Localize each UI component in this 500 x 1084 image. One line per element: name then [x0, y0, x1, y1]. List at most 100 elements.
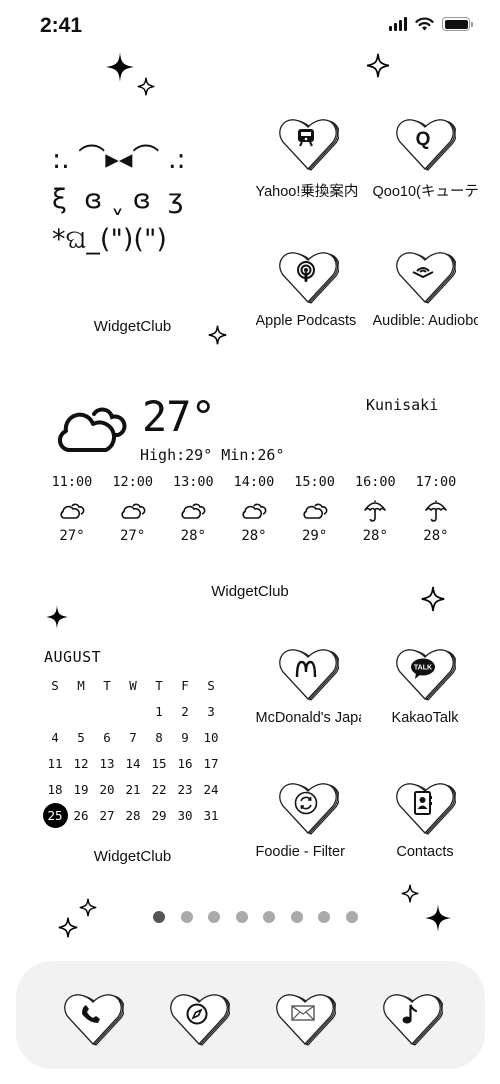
app-label: Foodie - Filter [255, 844, 345, 860]
hourly-forecast-item: 15:00 29° [287, 474, 343, 544]
calendar-day: 9 [181, 730, 189, 745]
cloudy-icon [165, 494, 221, 528]
heart-frame: TALK [394, 646, 456, 702]
page-dot[interactable] [180, 911, 193, 923]
app-contacts[interactable]: Contacts [370, 780, 480, 860]
calendar-day: 27 [99, 808, 115, 823]
cloudy-icon [287, 494, 343, 528]
dock-app-mail[interactable] [274, 991, 336, 1047]
calendar-day: 24 [203, 782, 219, 797]
kaomoji-line: *ଘ_(")(") [52, 224, 167, 255]
calendar-widget[interactable]: AUGUST S M T W T F S 1 2 3 4 5 6 7 8 9 10 11 12 13 14 15 16 17 1… [42, 648, 232, 828]
cloudy-icon [57, 407, 127, 452]
weekday-header: T [103, 678, 111, 693]
widget-label: WidgetClub [93, 848, 172, 865]
heart-frame [394, 249, 456, 305]
app-label: Qoo10(キューテン) [372, 184, 478, 200]
status-icons [389, 17, 473, 31]
page-dot[interactable] [235, 911, 248, 923]
app-foodie[interactable]: Foodie - Filter [253, 780, 363, 860]
forecast-time: 14:00 [233, 474, 275, 490]
dock-app-music[interactable] [381, 991, 443, 1047]
page-dot[interactable] [345, 911, 358, 923]
mail-icon [274, 1005, 332, 1026]
heart-frame [381, 991, 443, 1047]
calendar-day: 11 [47, 756, 63, 771]
forecast-time: 16:00 [354, 474, 396, 490]
page-indicator[interactable] [153, 911, 358, 923]
kaomoji-line: ξ ɞ ˬ ɞ ʒ [52, 184, 184, 215]
kaomoji-widget[interactable]: :. ⌒▸◂⌒ .: ξ ɞ ˬ ɞ ʒ *ଘ_(")(") [52, 140, 222, 260]
hourly-forecast-item: 12:00 27° [105, 474, 161, 544]
app-kakaotalk[interactable]: TALK KakaoTalk [370, 646, 480, 726]
forecast-time: 13:00 [172, 474, 214, 490]
calendar-day: 14 [125, 756, 141, 771]
heart-frame [277, 249, 339, 305]
calendar-day: 6 [103, 730, 111, 745]
current-temperature: 27° [142, 392, 216, 441]
forecast-temp: 28° [423, 528, 449, 544]
hourly-forecast-item: 13:00 28° [165, 474, 221, 544]
calendar-blank [42, 700, 68, 723]
umbrella-icon [347, 494, 403, 528]
calendar-day: 22 [151, 782, 167, 797]
cellular-signal-icon [389, 17, 407, 31]
calendar-day: 2 [181, 704, 189, 719]
app-audible[interactable]: Audible: Audiobooks [370, 249, 480, 329]
phone-icon [62, 1004, 120, 1029]
heart-frame [274, 991, 336, 1047]
app-label: Contacts [396, 844, 454, 860]
calendar-day: 20 [99, 782, 115, 797]
page-dot[interactable] [318, 911, 330, 923]
forecast-time: 15:00 [294, 474, 335, 490]
calendar-day: 31 [203, 808, 219, 823]
weather-city: Kunisaki [366, 396, 439, 414]
forecast-time: 11:00 [51, 474, 93, 490]
calendar-blank [68, 700, 94, 723]
sparkle-outline-icon [137, 77, 155, 96]
app-apple-podcasts[interactable]: Apple Podcasts [253, 249, 363, 329]
calendar-day: 23 [177, 782, 193, 797]
hourly-forecast-item: 17:00 28° [408, 474, 464, 544]
page-dot-active[interactable] [153, 911, 165, 923]
calendar-day: 1 [155, 704, 163, 719]
foodie-icon [277, 791, 335, 820]
page-dot[interactable] [208, 911, 220, 923]
calendar-day: 7 [129, 730, 137, 745]
app-yahoo-transit[interactable]: Yahoo!乗換案内 [253, 116, 363, 201]
widget-label: WidgetClub [211, 583, 289, 600]
dock [16, 961, 485, 1069]
dock-app-phone[interactable] [62, 991, 124, 1047]
calendar-day: 19 [73, 782, 89, 797]
forecast-temp: 28° [241, 528, 267, 544]
cloudy-icon [44, 494, 100, 528]
sparkle-filled-icon [106, 52, 134, 82]
app-label: Yahoo!乗換案内 [255, 184, 359, 200]
forecast-temp: 29° [301, 528, 328, 544]
calendar-grid: S M T W T F S 1 2 3 4 5 6 7 8 9 10 11 12 13 14 15 16 17 18 19 20 21… [42, 674, 232, 828]
calendar-blank [120, 700, 146, 723]
app-qoo10[interactable]: Q Qoo10(キューテン) [370, 116, 480, 201]
qoo10-q-icon: Q [415, 129, 431, 150]
app-mcdonalds[interactable]: McDonald's Japan [253, 646, 363, 726]
heart-frame [277, 780, 339, 836]
weekday-header: T [155, 678, 163, 693]
app-label: KakaoTalk [391, 710, 459, 726]
hourly-forecast-item: 16:00 28° [347, 474, 403, 544]
sparkle-outline-icon [401, 884, 419, 903]
dock-app-safari[interactable] [168, 991, 230, 1047]
page-dot[interactable] [290, 911, 303, 923]
umbrella-icon [408, 494, 464, 528]
calendar-day: 18 [47, 782, 63, 797]
calendar-day: 29 [151, 808, 167, 823]
heart-frame [394, 780, 456, 836]
calendar-day-today: 25 [42, 803, 68, 828]
weekday-header: W [129, 678, 137, 693]
page-dot[interactable] [263, 911, 275, 923]
kaomoji-line: :. ⌒▸◂⌒ .: [52, 144, 186, 175]
svg-text:TALK: TALK [414, 665, 432, 672]
battery-full-icon [442, 17, 473, 31]
calendar-day: 8 [155, 730, 163, 745]
sparkle-outline-icon [421, 586, 445, 612]
weekday-header: S [51, 678, 59, 693]
